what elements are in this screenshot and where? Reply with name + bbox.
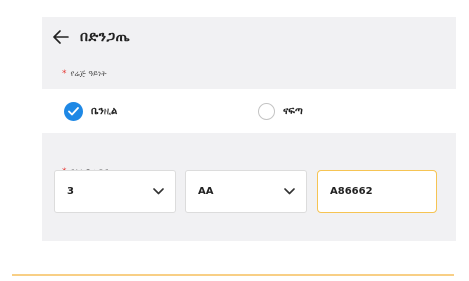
plate-number-value: A86662	[330, 186, 373, 197]
radio-unchecked-icon[interactable]	[258, 102, 275, 120]
plate-code-select[interactable]: AA	[185, 170, 307, 213]
chevron-down-icon	[153, 186, 165, 198]
plate-region-select[interactable]: 3	[54, 170, 176, 213]
header: በድንጋጤ	[52, 25, 130, 49]
plate-region-value: 3	[67, 186, 74, 197]
vehicle-type-radio-group: ቤንዚል ናፍጣ	[42, 89, 456, 133]
required-marker: *	[62, 69, 67, 79]
radio-option-diesel[interactable]: ናፍጣ	[258, 102, 303, 120]
vehicle-type-label-text: የሬጅ ዓይነት	[70, 69, 107, 78]
plate-code-value: AA	[198, 186, 214, 197]
page-title: በድንጋጤ	[80, 29, 131, 45]
back-arrow-icon[interactable]	[52, 28, 70, 46]
radio-option-label: ቤንዚል	[91, 105, 118, 117]
radio-option-petrol[interactable]: ቤንዚል	[64, 101, 118, 121]
chevron-down-icon	[284, 186, 296, 198]
vehicle-type-label: * የሬጅ ዓይነት	[62, 69, 107, 79]
plate-number-input[interactable]: A86662	[317, 170, 437, 213]
radio-checked-icon[interactable]	[64, 101, 83, 121]
bottom-divider	[12, 274, 454, 276]
radio-option-label: ናፍጣ	[283, 105, 303, 117]
